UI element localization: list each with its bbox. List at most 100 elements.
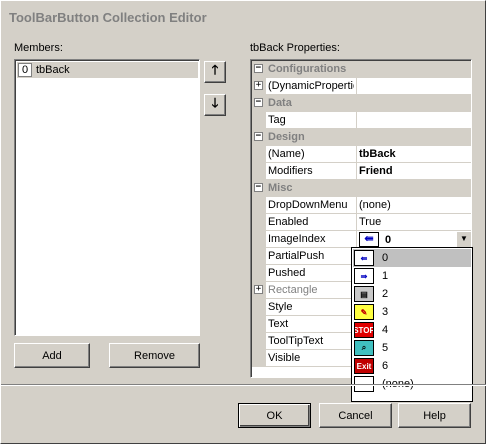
dropdown-item-label: 0 (382, 252, 389, 264)
pencil-icon: ✎ (354, 304, 374, 320)
collapse-icon[interactable]: − (254, 183, 263, 192)
row-gutter (252, 214, 266, 231)
property-name: Rectangle (268, 284, 318, 296)
property-category[interactable]: − Design (252, 129, 471, 146)
property-row[interactable]: Enabled True (252, 214, 471, 231)
row-gutter (252, 231, 266, 248)
property-name: Enabled (268, 216, 309, 228)
dropdown-item[interactable]: ⇛ 1 (353, 267, 471, 285)
property-name: PartialPush (268, 250, 325, 262)
property-category[interactable]: − Configurations (252, 61, 471, 78)
dropdown-item[interactable]: STOP 4 (353, 321, 471, 339)
dropdown-item[interactable]: Exit 6 (353, 357, 471, 375)
help-button[interactable]: Help (398, 403, 471, 428)
move-down-button[interactable]: 🡓 (204, 94, 226, 116)
window-title: ToolBarButton Collection Editor (3, 3, 483, 31)
row-gutter (252, 265, 266, 282)
dropdown-item[interactable]: ⌕ 5 (353, 339, 471, 357)
property-row[interactable]: + (DynamicPropertie (252, 78, 471, 95)
property-value[interactable]: (none) (356, 197, 471, 214)
back-arrow-icon: ⇚ (354, 250, 374, 266)
row-gutter: − (252, 95, 266, 112)
dropdown-item-label: 4 (382, 324, 389, 336)
image-index-dropdown[interactable]: ⇚ 0 ⇛ 1 ▤ 2 ✎ 3 STOP 4 ⌕ 5 Exit 6 (none) (351, 247, 473, 402)
row-gutter: + (252, 78, 266, 95)
property-row[interactable]: ImageIndex ⇚ 0 ▼ (252, 231, 471, 248)
property-row[interactable]: (Name) tbBack (252, 146, 471, 163)
dropdown-item-label: 5 (382, 342, 389, 354)
collapse-icon[interactable]: − (254, 132, 263, 141)
property-name: ToolTipText (268, 335, 324, 347)
property-row[interactable]: Modifiers Friend (252, 163, 471, 180)
collapse-icon[interactable]: − (254, 64, 263, 73)
row-gutter: − (252, 129, 266, 146)
stop-sign-icon: STOP (354, 322, 374, 338)
exit-icon: Exit (354, 358, 374, 374)
properties-label: tbBack Properties: (250, 42, 340, 54)
dropdown-item[interactable]: ▤ 2 (353, 285, 471, 303)
dropdown-item[interactable]: ✎ 3 (353, 303, 471, 321)
expand-icon[interactable]: + (254, 81, 263, 90)
property-name: Style (268, 301, 293, 313)
member-index: 0 (18, 63, 32, 77)
category-name: Configurations (268, 63, 347, 75)
property-value[interactable]: tbBack (356, 146, 471, 163)
dropdown-item-label: 1 (382, 270, 389, 282)
property-value[interactable]: True (356, 214, 471, 231)
expand-icon[interactable]: + (254, 285, 263, 294)
row-gutter: − (252, 61, 266, 78)
property-name: Visible (268, 352, 301, 364)
row-gutter (252, 112, 266, 129)
dropdown-item[interactable]: ⇚ 0 (353, 249, 471, 267)
row-gutter (252, 248, 266, 265)
row-gutter (252, 163, 266, 180)
category-name: Data (268, 97, 292, 109)
row-gutter (252, 146, 266, 163)
property-category[interactable]: − Misc (252, 180, 471, 197)
property-name: ImageIndex (268, 233, 326, 245)
category-name: Design (268, 131, 305, 143)
back-arrow-icon: ⇚ (359, 232, 379, 247)
row-gutter (252, 316, 266, 333)
property-name: (Name) (268, 148, 305, 160)
collapse-icon[interactable]: − (254, 98, 263, 107)
row-gutter (252, 350, 266, 367)
arrow-up-icon: 🡑 (211, 62, 219, 77)
property-name: Pushed (268, 267, 306, 279)
dropdown-item-label: 6 (382, 360, 389, 372)
ok-button[interactable]: OK (238, 403, 311, 428)
cancel-button[interactable]: Cancel (319, 403, 392, 428)
property-category[interactable]: − Data (252, 95, 471, 112)
category-name: Misc (268, 182, 293, 194)
arrow-down-icon: 🡓 (211, 95, 219, 110)
property-name: Text (268, 318, 289, 330)
property-row[interactable]: Tag (252, 112, 471, 129)
image-index-value: 0 (385, 233, 392, 246)
property-name: DropDownMenu (268, 199, 348, 211)
member-name: tbBack (36, 64, 70, 76)
property-name: (DynamicPropertie (268, 80, 354, 92)
property-value[interactable]: ⇚ 0 ▼ (356, 231, 471, 248)
property-row[interactable]: DropDownMenu (none) (252, 197, 471, 214)
dropdown-item-label: 3 (382, 306, 389, 318)
move-up-button[interactable]: 🡑 (204, 61, 226, 83)
property-value[interactable] (356, 78, 471, 95)
property-value[interactable] (356, 112, 471, 129)
property-name: Tag (268, 114, 286, 126)
add-button[interactable]: Add (14, 343, 90, 368)
forward-arrow-icon: ⇛ (354, 268, 374, 284)
printer-icon: ▤ (354, 286, 374, 302)
collection-editor-window: ToolBarButton Collection Editor Members:… (0, 0, 486, 444)
members-list[interactable]: 0 tbBack (14, 59, 200, 336)
row-gutter (252, 197, 266, 214)
remove-button[interactable]: Remove (109, 343, 200, 368)
property-value[interactable]: Friend (356, 163, 471, 180)
members-label: Members: (14, 42, 63, 54)
row-gutter: − (252, 180, 266, 197)
separator (1, 384, 486, 386)
row-gutter (252, 299, 266, 316)
property-name: Modifiers (268, 165, 313, 177)
row-gutter: + (252, 282, 266, 299)
list-item[interactable]: 0 tbBack (17, 62, 198, 78)
dropdown-arrow-button[interactable]: ▼ (456, 231, 471, 248)
